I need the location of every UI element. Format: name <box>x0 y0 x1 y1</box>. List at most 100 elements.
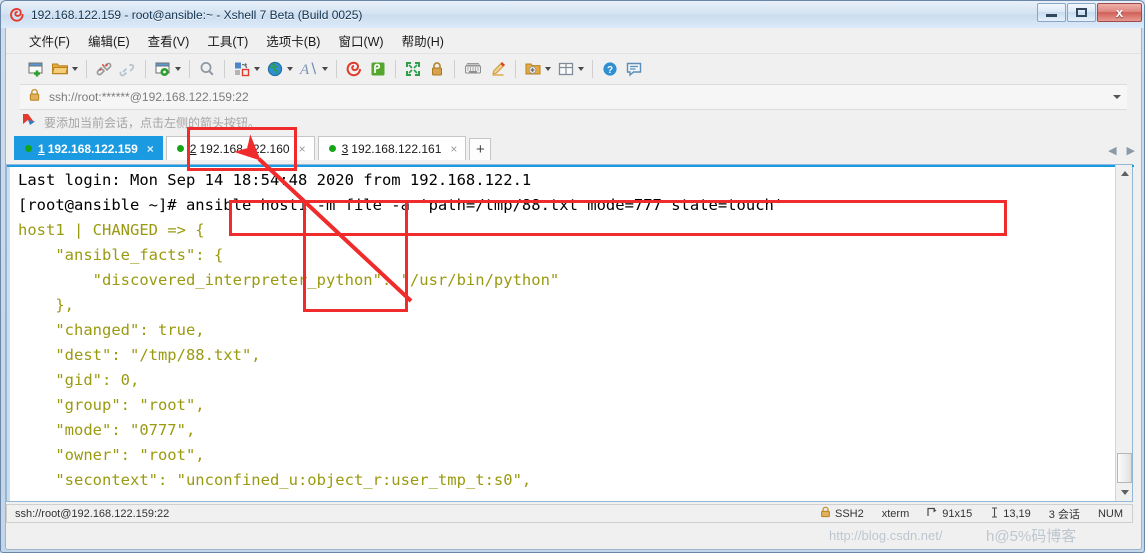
status-term-type: xterm <box>881 507 910 520</box>
transfer-caret-icon[interactable] <box>254 67 260 71</box>
scroll-down-button[interactable] <box>1116 484 1133 501</box>
menu-bar: 文件(F) 编辑(E) 查看(V) 工具(T) 选项卡(B) 窗口(W) 帮助(… <box>6 28 1141 54</box>
tab-192-168-122-159[interactable]: 1 192.168.122.159 × <box>14 136 163 160</box>
status-cursor-label: 13,19 <box>1003 507 1031 520</box>
minimize-icon <box>1046 13 1057 17</box>
tab-192-168-122-161[interactable]: 3 192.168.122.161 × <box>317 136 467 160</box>
terminal-line: [root@ansible ~]# ansible host1 -m file … <box>18 196 784 214</box>
menu-file[interactable]: 文件(F) <box>20 28 79 53</box>
chevron-down-icon[interactable] <box>1113 95 1121 99</box>
terminal-line: Last login: Mon Sep 14 18:54:48 2020 fro… <box>18 171 532 189</box>
toolbar-separator <box>592 60 593 78</box>
notice-strip: 要添加当前会话，点击左侧的箭头按钮。 <box>6 110 1141 134</box>
svg-text:A: A <box>299 62 310 78</box>
tab-index: 3 <box>341 141 349 156</box>
terminal-line: "gid": 0, <box>18 371 140 389</box>
menu-edit[interactable]: 编辑(E) <box>79 28 139 53</box>
xshell-button[interactable] <box>342 57 366 81</box>
add-folder-button[interactable] <box>521 57 554 81</box>
window-controls: x <box>1037 3 1142 22</box>
globe-caret-icon[interactable] <box>287 67 293 71</box>
xshell-spiral-icon <box>9 7 25 23</box>
new-tab-button[interactable]: + <box>469 138 492 160</box>
layout-icon <box>557 60 575 78</box>
terminal-scrollbar[interactable] <box>1115 165 1132 501</box>
notice-text: 要添加当前会话，点击左侧的箭头按钮。 <box>44 115 261 130</box>
feedback-icon <box>625 60 643 78</box>
terminal-line: "discovered_interpreter_python": "/usr/b… <box>18 271 560 289</box>
resize-icon <box>927 507 938 521</box>
status-protocol-label: SSH2 <box>834 507 864 520</box>
close-button[interactable]: x <box>1097 3 1142 22</box>
disconnect-button[interactable] <box>92 57 116 81</box>
toolbar: A ? <box>6 54 1141 84</box>
address-bar[interactable]: ssh://root:******@192.168.122.159:22 <box>20 84 1127 110</box>
tab-close-icon[interactable]: × <box>450 142 457 156</box>
status-size-label: 91x15 <box>942 507 973 520</box>
toolbar-separator <box>86 60 87 78</box>
scroll-up-button[interactable] <box>1116 165 1133 182</box>
xshell-window: 192.168.122.159 - root@ansible:~ - Xshel… <box>0 0 1145 553</box>
status-cursor: 13,19 <box>981 505 1040 522</box>
close-icon: x <box>1115 5 1124 20</box>
status-protocol: SSH2 <box>811 505 873 522</box>
menu-tabs[interactable]: 选项卡(B) <box>257 28 329 53</box>
menu-tools[interactable]: 工具(T) <box>198 28 257 53</box>
lock-icon <box>28 88 41 107</box>
tab-status-dot-icon <box>25 145 32 152</box>
font-button[interactable]: A <box>296 57 331 81</box>
session-properties-button[interactable] <box>151 57 184 81</box>
open-session-caret-icon[interactable] <box>72 67 78 71</box>
status-bar: ssh://root@192.168.122.159:22 SSH2 xterm… <box>6 504 1133 523</box>
tab-close-icon[interactable]: × <box>147 142 154 156</box>
open-session-button[interactable] <box>48 57 81 81</box>
session-properties-icon <box>154 60 172 78</box>
menu-view[interactable]: 查看(V) <box>139 28 199 53</box>
help-button[interactable]: ? <box>598 57 622 81</box>
terminal-line: "dest": "/tmp/88.txt", <box>18 346 261 364</box>
tab-label: 192.168.122.160 <box>199 141 290 156</box>
terminal-output[interactable]: Last login: Mon Sep 14 18:54:48 2020 fro… <box>7 165 1115 501</box>
tab-close-icon[interactable]: × <box>299 142 306 156</box>
menu-window[interactable]: 窗口(W) <box>329 28 392 53</box>
minimize-button[interactable] <box>1037 3 1066 22</box>
add-folder-caret-icon[interactable] <box>545 67 551 71</box>
toolbar-separator <box>224 60 225 78</box>
fullscreen-button[interactable] <box>401 57 425 81</box>
menu-help[interactable]: 帮助(H) <box>393 28 453 53</box>
scrollbar-thumb[interactable] <box>1117 453 1132 483</box>
xshell-icon <box>345 60 363 78</box>
new-session-button[interactable] <box>24 57 48 81</box>
feedback-button[interactable] <box>622 57 646 81</box>
xftp-button[interactable] <box>366 57 390 81</box>
globe-button[interactable] <box>263 57 296 81</box>
layout-button[interactable] <box>554 57 587 81</box>
status-connection: ssh://root@192.168.122.159:22 <box>15 507 170 520</box>
status-num-lock: NUM <box>1097 507 1123 520</box>
tab-scroll-right-icon[interactable]: ▶ <box>1127 144 1135 157</box>
transfer-icon <box>233 60 251 78</box>
tab-scroll-left-icon[interactable]: ◀ <box>1108 144 1116 157</box>
font-caret-icon[interactable] <box>322 67 328 71</box>
disconnect-icon <box>95 60 113 78</box>
search-icon <box>198 60 216 78</box>
highlight-button[interactable] <box>486 57 510 81</box>
new-session-icon <box>27 60 45 78</box>
tab-scroll-controls[interactable]: ◀ ▶ <box>1108 144 1135 157</box>
lock-button[interactable] <box>425 57 449 81</box>
maximize-button[interactable] <box>1067 3 1096 22</box>
tab-index: 2 <box>189 141 197 156</box>
terminal-line: "secontext": "unconfined_u:object_r:user… <box>18 471 532 489</box>
keyboard-button[interactable] <box>460 57 486 81</box>
terminal-line: }, <box>18 296 74 314</box>
cursor-icon <box>990 506 999 521</box>
reconnect-button[interactable] <box>116 57 140 81</box>
session-properties-caret-icon[interactable] <box>175 67 181 71</box>
terminal-line: "group": "root", <box>18 396 205 414</box>
maximize-icon <box>1076 8 1087 17</box>
keyboard-icon <box>463 60 483 78</box>
layout-caret-icon[interactable] <box>578 67 584 71</box>
tab-192-168-122-160[interactable]: 2 192.168.122.160 × <box>165 136 315 160</box>
transfer-button[interactable] <box>230 57 263 81</box>
find-button[interactable] <box>195 57 219 81</box>
